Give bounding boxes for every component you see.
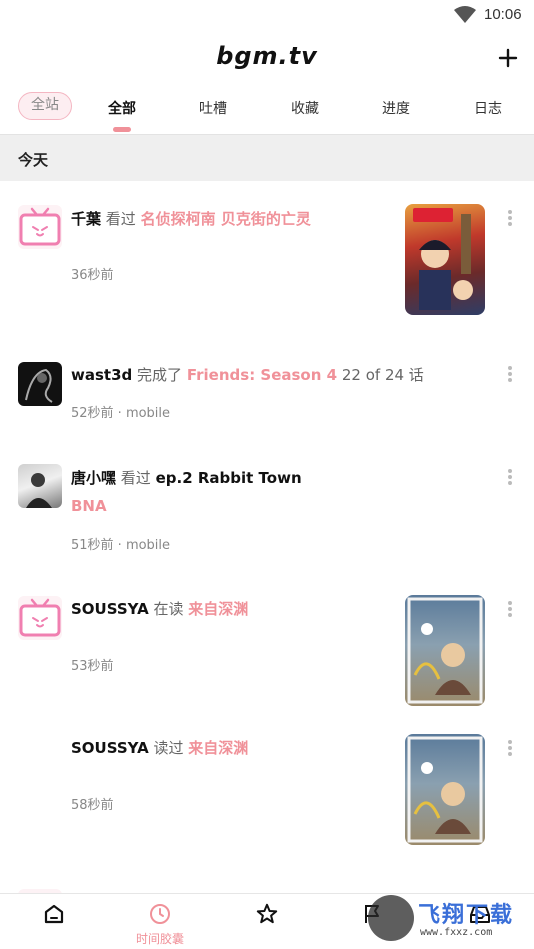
user-name[interactable]: SOUSSYA xyxy=(71,739,149,757)
subject-line: BNA xyxy=(71,497,107,515)
more-options-icon[interactable] xyxy=(504,209,516,227)
avatar[interactable] xyxy=(18,596,62,640)
more-options-icon[interactable] xyxy=(504,600,516,618)
section-title: 今天 xyxy=(18,151,49,169)
user-name[interactable]: wast3d xyxy=(71,366,132,384)
status-bar: 10:06 xyxy=(0,0,534,30)
status-time: 10:06 xyxy=(484,6,522,23)
subject-cover[interactable] xyxy=(405,734,485,845)
photo-avatar-image xyxy=(26,473,52,508)
nav-favorites[interactable] xyxy=(227,894,307,949)
user-name[interactable]: 千葉 xyxy=(71,210,101,228)
home-icon xyxy=(44,904,64,924)
subject-link[interactable]: 来自深渊 xyxy=(188,739,248,757)
activity-line: 唐小嘿 看过 ep.2 Rabbit Town xyxy=(71,467,302,488)
subject-link[interactable]: Friends: Season 4 xyxy=(187,366,337,384)
plus-icon[interactable] xyxy=(494,44,522,72)
subject-link[interactable]: BNA xyxy=(71,497,107,515)
tab-comments[interactable]: 吐槽 xyxy=(183,98,243,118)
tab-indicator xyxy=(113,127,131,132)
timestamp: 36秒前 xyxy=(71,268,114,283)
more-options-icon[interactable] xyxy=(504,468,516,486)
timeline-item[interactable]: 千葉 看过 名侦探柯南 贝克街的亡灵 36秒前 xyxy=(0,181,534,351)
tab-progress[interactable]: 进度 xyxy=(366,98,426,118)
progress-text: 22 of 24 话 xyxy=(341,366,424,384)
timestamp: 52秒前 · mobile xyxy=(71,406,171,421)
wifi-icon xyxy=(454,6,476,23)
subject-cover[interactable] xyxy=(405,204,485,315)
section-header: 今天 xyxy=(0,134,534,181)
action-text: 完成了 xyxy=(137,366,183,384)
tv-avatar-icon xyxy=(19,598,61,637)
action-text: 看过 xyxy=(105,210,136,228)
dark-avatar-image xyxy=(25,368,53,403)
tab-collections[interactable]: 收藏 xyxy=(275,98,335,118)
activity-line: 千葉 看过 名侦探柯南 贝克街的亡灵 xyxy=(71,208,311,229)
tv-avatar-icon xyxy=(19,207,61,246)
activity-line: wast3d 完成了 Friends: Season 4 22 of 24 话 xyxy=(71,364,424,385)
timeline-item[interactable]: SOUSSYA 读过 来自深渊 58秒前 xyxy=(0,724,534,889)
timestamp: 53秒前 xyxy=(71,659,114,674)
timeline-item[interactable]: 唐小嘿 看过 ep.2 Rabbit Town BNA 51秒前 · mobil… xyxy=(0,456,534,584)
clock-icon xyxy=(150,904,170,924)
avatar[interactable] xyxy=(18,362,62,406)
avatar[interactable] xyxy=(18,205,62,249)
subject-cover[interactable] xyxy=(405,595,485,706)
cover-art xyxy=(413,208,473,310)
action-text: 在读 xyxy=(153,600,184,618)
activity-line: SOUSSYA 在读 来自深渊 xyxy=(71,598,248,619)
timeline-tabs: 全站 全部 吐槽 收藏 进度 日志 xyxy=(0,86,534,134)
watermark-url: www.fxxz.com xyxy=(420,927,493,938)
timeline-item[interactable]: wast3d 完成了 Friends: Season 4 22 of 24 话 … xyxy=(0,351,534,456)
cover-art xyxy=(407,597,483,704)
avatar[interactable] xyxy=(18,464,62,508)
subject-link[interactable]: 名侦探柯南 贝克街的亡灵 xyxy=(141,210,311,228)
tab-all[interactable]: 全部 xyxy=(92,98,152,118)
watermark-badge xyxy=(368,895,414,941)
action-text: 读过 xyxy=(153,739,184,757)
star-icon xyxy=(256,903,278,924)
more-options-icon[interactable] xyxy=(504,365,516,383)
nav-home[interactable] xyxy=(14,894,94,949)
tab-blog[interactable]: 日志 xyxy=(458,98,518,118)
activity-line: SOUSSYA 读过 来自深渊 xyxy=(71,737,248,758)
user-name[interactable]: SOUSSYA xyxy=(71,600,149,618)
timestamp: 58秒前 xyxy=(71,798,114,813)
nav-timeline[interactable]: 时间胶囊 xyxy=(120,894,200,949)
user-name[interactable]: 唐小嘿 xyxy=(71,469,116,487)
episode-link[interactable]: ep.2 Rabbit Town xyxy=(156,469,302,487)
scope-chip-all-site[interactable]: 全站 xyxy=(18,92,72,120)
app-header: bgm.tv xyxy=(0,30,534,86)
cover-art xyxy=(407,736,483,843)
nav-label: 时间胶囊 xyxy=(135,932,184,946)
watermark-text: 飞翔下载 xyxy=(418,903,515,928)
more-options-icon[interactable] xyxy=(504,739,516,757)
app-logo: bgm.tv xyxy=(216,42,318,70)
timestamp: 51秒前 · mobile xyxy=(71,538,171,553)
subject-link[interactable]: 来自深渊 xyxy=(188,600,248,618)
timeline-item[interactable]: SOUSSYA 在读 来自深渊 53秒前 xyxy=(0,584,534,724)
action-text: 看过 xyxy=(120,469,151,487)
watermark: 飞翔下载 www.fxxz.com xyxy=(368,893,534,949)
